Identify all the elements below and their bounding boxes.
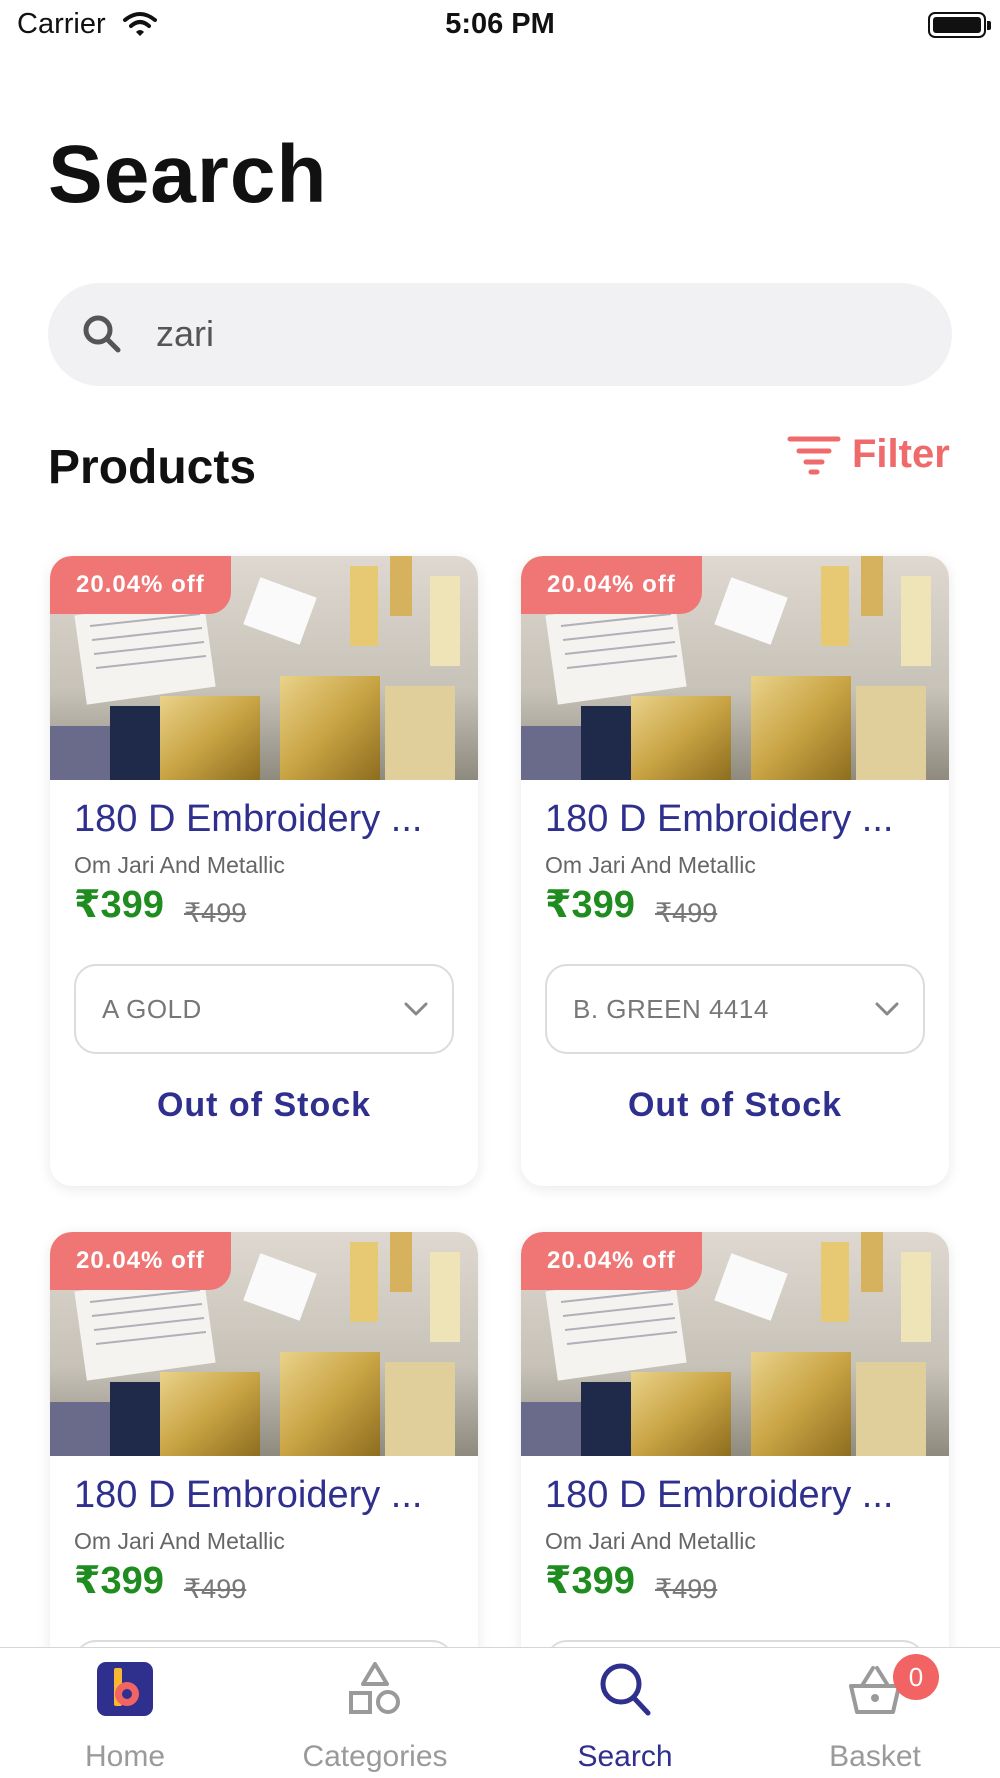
search-input[interactable]	[156, 301, 916, 367]
product-card[interactable]: 20.04% off 180 D Embroidery ... Om Jari …	[521, 556, 949, 1186]
tab-label: Home	[84, 1740, 166, 1773]
discount-badge: 20.04% off	[521, 556, 702, 614]
tab-home[interactable]: Home	[0, 1648, 250, 1778]
product-mrp: ₹499	[655, 898, 718, 928]
product-mrp: ₹499	[655, 1574, 718, 1604]
product-price: ₹399	[545, 1560, 635, 1602]
home-logo-icon	[97, 1662, 153, 1716]
filter-icon	[787, 436, 841, 475]
product-name[interactable]: 180 D Embroidery ...	[545, 1474, 937, 1517]
product-seller: Om Jari And Metallic	[545, 852, 756, 878]
product-mrp: ₹499	[184, 1574, 247, 1604]
product-name[interactable]: 180 D Embroidery ...	[545, 798, 937, 841]
products-list[interactable]: 20.04% off 180 D Embroidery ... Om Jari …	[0, 540, 1000, 1647]
cart-count-badge: 0	[893, 1654, 939, 1700]
stock-status: Out of Stock	[627, 1086, 843, 1124]
tab-label: Search	[577, 1740, 673, 1773]
product-card[interactable]: 20.04% off 180 D Embroidery ... Om Jari …	[50, 556, 478, 1186]
variant-select[interactable]	[74, 1640, 454, 1647]
search-bar[interactable]	[48, 283, 952, 386]
product-card[interactable]: 20.04% off 180 D Embroidery ... Om Jari …	[521, 1232, 949, 1647]
product-card[interactable]: 20.04% off 180 D Embroidery ... Om Jari …	[50, 1232, 478, 1647]
product-image[interactable]: 20.04% off	[521, 1232, 949, 1456]
page-title: Search	[48, 129, 328, 220]
battery-icon	[928, 12, 991, 38]
products-section-title: Products	[48, 441, 257, 494]
product-image[interactable]: 20.04% off	[50, 1232, 478, 1456]
discount-badge: 20.04% off	[50, 1232, 231, 1290]
tab-label: Categories	[302, 1740, 448, 1773]
variant-select[interactable]	[545, 1640, 925, 1647]
search-icon	[83, 315, 121, 353]
product-image[interactable]: 20.04% off	[521, 556, 949, 780]
status-time: 5:06 PM	[445, 8, 555, 40]
product-seller: Om Jari And Metallic	[545, 1528, 756, 1554]
variant-select[interactable]: B. GREEN 4414	[545, 964, 925, 1054]
filter-label: Filter	[852, 431, 950, 476]
categories-icon	[349, 1662, 400, 1714]
product-seller: Om Jari And Metallic	[74, 1528, 285, 1554]
product-name[interactable]: 180 D Embroidery ...	[74, 1474, 466, 1517]
product-mrp: ₹499	[184, 898, 247, 928]
variant-value: B. GREEN 4414	[573, 994, 769, 1024]
tab-label: Basket	[829, 1740, 921, 1773]
product-image[interactable]: 20.04% off	[50, 556, 478, 780]
discount-badge: 20.04% off	[521, 1232, 702, 1290]
discount-badge: 20.04% off	[50, 556, 231, 614]
tab-bar: Home Categories Search 0 Basket	[0, 1647, 1000, 1778]
filter-button[interactable]: Filter	[786, 428, 950, 480]
tab-basket[interactable]: 0 Basket	[750, 1648, 1000, 1778]
product-price: ₹399	[74, 1560, 164, 1602]
chevron-down-icon	[875, 1002, 899, 1016]
variant-select[interactable]: A GOLD	[74, 964, 454, 1054]
chevron-down-icon	[404, 1002, 428, 1016]
product-price: ₹399	[74, 884, 164, 926]
stock-status: Out of Stock	[156, 1086, 372, 1124]
product-price: ₹399	[545, 884, 635, 926]
status-bar: Carrier 5:06 PM	[0, 0, 1000, 50]
search-icon	[600, 1663, 651, 1716]
tab-categories[interactable]: Categories	[250, 1648, 500, 1778]
tab-search[interactable]: Search	[500, 1648, 750, 1778]
product-name[interactable]: 180 D Embroidery ...	[74, 798, 466, 841]
product-seller: Om Jari And Metallic	[74, 852, 285, 878]
variant-value: A GOLD	[102, 994, 202, 1024]
